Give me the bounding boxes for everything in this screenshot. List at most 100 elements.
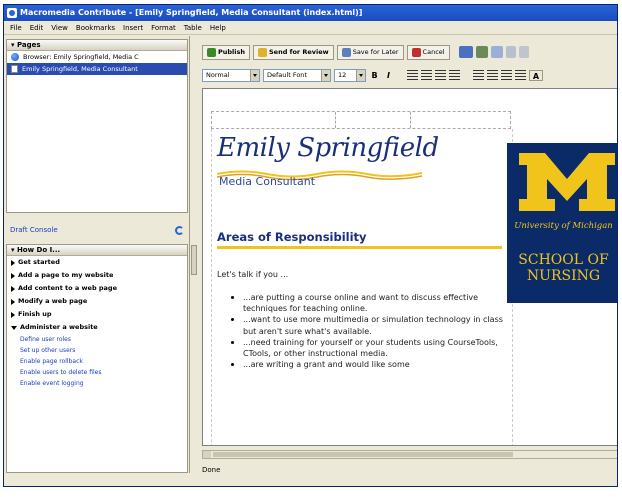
howto-item[interactable]: Modify a web page [7,295,187,308]
bullet-list-icon[interactable] [487,69,498,81]
text-color-icon[interactable]: A [529,69,543,81]
menu-insert[interactable]: Insert [119,21,147,35]
list-item: ...need training for yourself or your st… [231,337,506,359]
howto-link[interactable]: Enable page rollback [7,356,187,367]
page-editor[interactable]: Emily Springfield Media Consultant Areas… [202,88,617,446]
send-review-icon [258,47,267,57]
scroll-thumb[interactable] [213,452,513,457]
refresh-icon[interactable] [175,225,184,235]
publish-icon [207,47,216,57]
align-justify-icon[interactable] [449,69,460,81]
document-icon[interactable] [505,46,516,58]
page-item-browser[interactable]: Browser: Emily Springfield, Media C [7,51,187,63]
pages-panel-header[interactable]: ▾ Pages [7,40,187,51]
howto-label: Add a page to my website [18,271,114,279]
save-label: Save for Later [352,47,399,56]
globe-icon [11,53,19,61]
font-select[interactable]: Default Font [263,68,331,82]
how-do-i-title: How Do I... [16,246,61,254]
title-bar: Macromedia Contribute - [Emily Springfie… [4,5,617,21]
format-toolbar: Normal Default Font 12 B I A [196,66,617,84]
school-of-nursing-logo: University of Michigan SCHOOL OF NURSING [507,143,617,303]
page-item-draft[interactable]: Emily Springfield, Media Consultant [7,63,187,75]
horizontal-scrollbar[interactable] [202,450,617,459]
insert-link-icon[interactable] [458,46,473,58]
align-right-icon[interactable] [435,69,446,81]
howto-link[interactable]: Enable event logging [7,378,187,389]
expand-arrow-icon [11,298,15,305]
howto-label: Modify a web page [18,297,88,305]
save-for-later-button[interactable]: Save for Later [336,44,404,60]
publish-button[interactable]: Publish [202,44,250,60]
menu-view[interactable]: View [47,21,72,35]
cancel-button[interactable]: Cancel [406,44,450,60]
menu-bookmarks[interactable]: Bookmarks [72,21,119,35]
howto-item[interactable]: Add a page to my website [7,269,187,282]
cancel-icon [411,47,421,57]
menu-edit[interactable]: Edit [26,21,48,35]
collapse-arrow-icon [11,325,17,330]
size-value: 12 [338,70,347,79]
pages-panel-title: Pages [16,41,41,49]
howto-link[interactable]: Define user roles [7,334,187,345]
howto-label: Add content to a web page [18,284,117,292]
intro-text: Let's talk if you ... [217,270,289,279]
page-item-label: Emily Springfield, Media Consultant [22,65,138,73]
page-subtitle: Media Consultant [219,175,316,188]
list-item: ...are writing a grant and would like so… [231,359,506,370]
font-value: Default Font [267,70,307,79]
layout-table-guides [211,111,511,129]
app-window: Macromedia Contribute - [Emily Springfie… [3,4,618,487]
school-line-2: NURSING [526,268,601,284]
list-item: ...are putting a course online and want … [231,292,506,314]
insert-image-icon[interactable] [475,46,488,58]
expand-arrow-icon [11,272,15,279]
style-value: Normal [206,70,230,79]
scroll-left-button[interactable] [203,451,211,458]
pages-panel: ▾ Pages Browser: Emily Springfield, Medi… [6,39,188,213]
howto-item[interactable]: Finish up [7,308,187,321]
size-select[interactable]: 12 [334,68,366,82]
howto-item[interactable]: Add content to a web page [7,282,187,295]
menu-table[interactable]: Table [180,21,206,35]
how-do-i-header[interactable]: ▾ How Do I... [7,245,187,256]
numbered-list-icon[interactable] [473,69,484,81]
howto-link[interactable]: Enable users to delete files [7,367,187,378]
menu-help[interactable]: Help [206,21,230,35]
howto-link[interactable]: Set up other users [7,345,187,356]
style-select[interactable]: Normal [202,68,260,82]
howto-label: Administer a website [20,323,98,331]
collapse-triangle-icon: ▾ [11,246,15,254]
draft-console-label: Draft Console [10,226,58,234]
page-name-heading: Emily Springfield [217,133,439,163]
how-do-i-panel: ▾ How Do I... Get started Add a page to … [6,244,188,473]
howto-label: Get started [18,258,60,266]
block-m-logo [519,153,615,211]
page-icon[interactable] [518,46,529,58]
align-left-icon[interactable] [407,69,418,81]
bold-button[interactable]: B [369,70,380,81]
italic-button[interactable]: I [383,70,394,81]
main-toolbar: Publish Send for Review Save for Later C… [196,42,617,62]
section-heading: Areas of Responsibility [217,230,367,244]
howto-item[interactable]: Get started [7,256,187,269]
insert-table-icon[interactable] [490,46,503,58]
contribute-app-icon [7,8,17,18]
menu-format[interactable]: Format [147,21,180,35]
university-name: University of Michigan [514,221,613,231]
chevron-down-icon [356,69,365,81]
expand-arrow-icon [11,285,15,292]
outdent-icon[interactable] [501,69,512,81]
expand-arrow-icon [11,311,15,318]
editor-area: Publish Send for Review Save for Later C… [196,36,617,474]
send-for-review-button[interactable]: Send for Review [253,44,334,60]
draft-console-link[interactable]: Draft Console [6,224,188,236]
howto-item-administer[interactable]: Administer a website [7,321,187,334]
indent-icon[interactable] [515,69,526,81]
save-icon [341,47,351,57]
collapse-triangle-icon: ▾ [11,41,15,49]
send-review-label: Send for Review [269,47,329,56]
align-center-icon[interactable] [421,69,432,81]
cancel-label: Cancel [422,47,445,56]
menu-file[interactable]: File [6,21,26,35]
